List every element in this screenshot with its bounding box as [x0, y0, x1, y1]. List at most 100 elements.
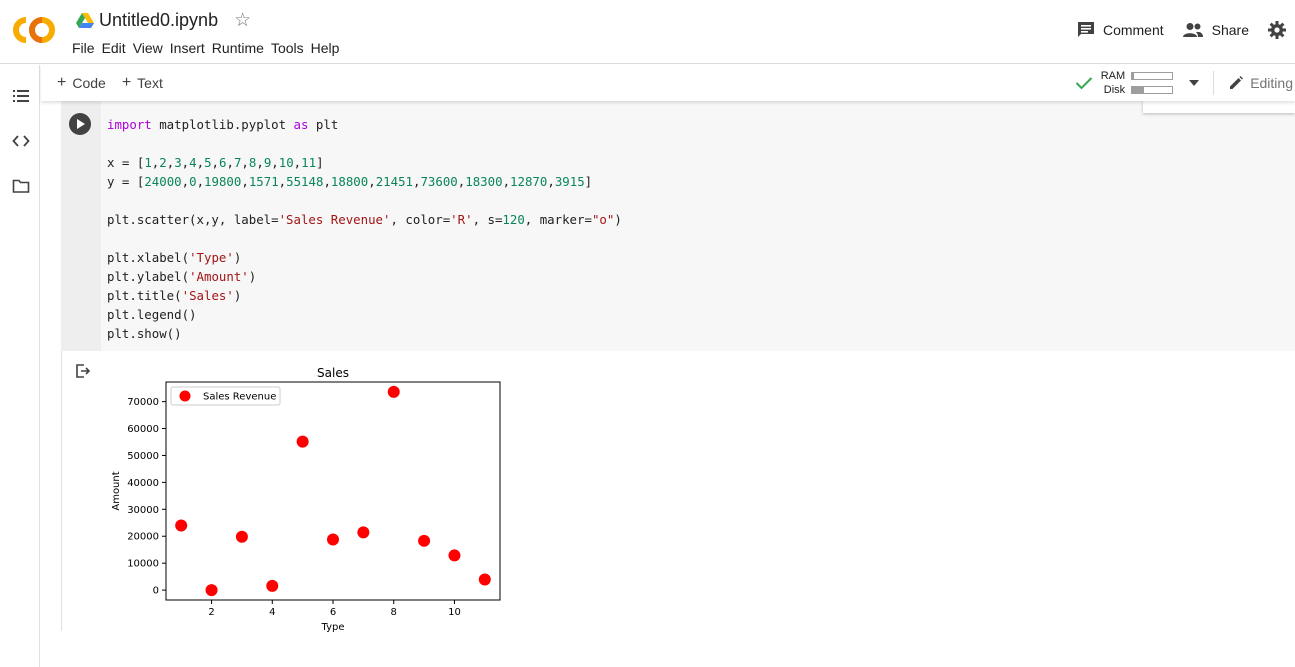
ram-label: RAM: [1100, 70, 1126, 82]
y-tick-label: 10000: [127, 559, 159, 570]
data-point: [478, 573, 491, 586]
comment-label: Comment: [1102, 22, 1164, 38]
data-point: [175, 519, 188, 532]
resource-bars[interactable]: [1131, 69, 1174, 97]
x-tick-label: 6: [330, 607, 336, 618]
y-tick-label: 50000: [127, 451, 159, 462]
chevron-down-icon[interactable]: [1189, 80, 1200, 86]
add-text-label: Text: [137, 75, 163, 91]
y-tick-label: 30000: [127, 505, 159, 516]
x-tick-label: 4: [269, 607, 275, 618]
toolbar-right: RAM Disk Editing: [1075, 65, 1295, 101]
y-axis-label: Amount: [111, 471, 122, 510]
add-code-label: Code: [72, 75, 106, 91]
data-point: [327, 533, 339, 546]
y-axis-ticks: 0 10000 20000 30000 40000 50000 60000 70000: [127, 397, 166, 597]
share-label: Share: [1211, 22, 1249, 38]
legend: Sales Revenue: [170, 386, 281, 406]
cell-toolbar[interactable]: [1143, 101, 1295, 113]
x-axis-ticks: 2 4 6 8 10: [208, 600, 461, 618]
menu-tools[interactable]: Tools: [271, 40, 311, 56]
legend-label: Sales Revenue: [203, 392, 276, 403]
x-axis-label: Type: [321, 622, 345, 633]
data-point: [387, 385, 400, 398]
menu-help[interactable]: Help: [311, 40, 347, 56]
plot-frame: [165, 381, 501, 601]
colab-logo[interactable]: [12, 14, 60, 46]
menu-file[interactable]: File: [72, 40, 102, 56]
people-icon: [1182, 23, 1203, 37]
y-tick-label: 70000: [127, 397, 159, 408]
code-line: plt.legend(): [107, 307, 197, 322]
folder-icon[interactable]: [12, 177, 30, 195]
x-tick-label: 8: [391, 607, 397, 618]
legend-marker: [179, 390, 191, 402]
run-cell-button[interactable]: [69, 113, 91, 135]
notebook-toolbar: + Code + Text RAM Disk Editing: [41, 65, 1295, 101]
star-icon[interactable]: ☆: [234, 9, 251, 32]
cell-gutter: [61, 101, 101, 351]
ram-usage-bar: [1131, 72, 1174, 80]
plus-icon: +: [57, 74, 67, 91]
notebook-title[interactable]: Untitled0.ipynb: [99, 10, 218, 31]
add-code-button[interactable]: + Code: [57, 74, 106, 92]
code-line: plt.title('Sales'): [107, 288, 242, 303]
toolbar-divider: [1213, 71, 1215, 95]
title-row: Untitled0.ipynb ☆: [76, 9, 251, 32]
share-button[interactable]: Share: [1182, 22, 1249, 38]
comment-icon: [1077, 22, 1094, 37]
plus-icon: +: [121, 74, 132, 91]
scatter-plot: Sales 0 10000 20000 30000 40000 50000 60000 700…: [111, 366, 501, 633]
left-rail: [0, 65, 40, 667]
settings-gear-icon[interactable]: [1267, 20, 1287, 40]
resource-labels[interactable]: RAM Disk: [1101, 69, 1125, 97]
data-point: [296, 435, 309, 448]
x-tick-label: 2: [208, 607, 214, 618]
code-line: x = [1,2,3,4,5,6,7,8,9,10,11]: [107, 155, 324, 170]
data-point: [205, 584, 218, 597]
pencil-icon: [1230, 76, 1244, 89]
code-line: y = [24000,0,19800,1571,55148,18800,2145…: [107, 174, 593, 189]
code-line: import matplotlib.pyplot as plt: [107, 117, 339, 132]
disk-usage-bar: [1131, 86, 1174, 94]
add-text-button[interactable]: + Text: [122, 74, 163, 92]
connected-check-icon: [1075, 77, 1092, 90]
code-line: plt.ylabel('Amount'): [107, 269, 257, 284]
ram-usage-fill: [1132, 73, 1135, 79]
data-point: [418, 534, 431, 547]
disk-usage-fill: [1132, 87, 1145, 93]
data-point: [266, 579, 279, 592]
y-tick-label: 40000: [127, 478, 159, 489]
y-tick-label: 60000: [127, 424, 159, 435]
data-point: [448, 549, 461, 562]
code-snippets-icon[interactable]: [12, 132, 30, 150]
editing-mode-button[interactable]: Editing: [1228, 75, 1293, 91]
code-editor[interactable]: import matplotlib.pyplot as plt x = [1,2…: [107, 115, 622, 343]
output-actions-icon[interactable]: [75, 363, 91, 379]
data-point: [357, 526, 370, 539]
menu-edit[interactable]: Edit: [102, 40, 133, 56]
code-line: plt.scatter(x,y, label='Sales Revenue', …: [107, 212, 622, 227]
menu-runtime[interactable]: Runtime: [212, 40, 271, 56]
y-tick-label: 20000: [127, 532, 159, 543]
menu-bar: File Edit View Insert Runtime Tools Help: [72, 40, 346, 56]
code-line: plt.xlabel('Type'): [107, 250, 242, 265]
code-cell[interactable]: import matplotlib.pyplot as plt x = [1,2…: [61, 101, 1295, 351]
menu-view[interactable]: View: [133, 40, 170, 56]
table-of-contents-icon[interactable]: [12, 87, 30, 105]
menu-insert[interactable]: Insert: [170, 40, 212, 56]
comment-button[interactable]: Comment: [1077, 21, 1164, 39]
app-header: Untitled0.ipynb ☆ File Edit View Insert …: [0, 0, 1295, 64]
header-actions: Comment Share: [1077, 20, 1295, 40]
output-border: [61, 351, 62, 631]
y-tick-label: 0: [153, 586, 159, 597]
code-line: plt.show(): [107, 326, 182, 341]
editing-label: Editing: [1250, 75, 1293, 91]
x-tick-label: 10: [448, 607, 461, 618]
data-point: [235, 530, 248, 543]
chart-title: Sales: [317, 366, 349, 380]
google-drive-icon: [76, 12, 94, 28]
